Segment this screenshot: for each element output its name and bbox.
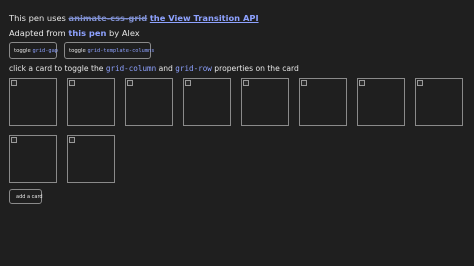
instructions-middle: and [156, 64, 176, 73]
original-pen-link[interactable]: this pen [68, 28, 106, 38]
add-card-button[interactable]: add a card [9, 189, 43, 204]
toggle-columns-prefix: toggle [69, 47, 88, 54]
grid-card[interactable] [9, 135, 57, 183]
grid-card[interactable] [241, 78, 289, 126]
toggle-grid-gap-button[interactable]: toggle grid-gap [9, 42, 58, 59]
credit-prefix: Adapted from [9, 28, 69, 38]
toggle-gap-prefix: toggle [14, 47, 33, 54]
intro-text: This pen uses animate-css-grid the View … [9, 12, 259, 24]
toggle-grid-template-columns-button[interactable]: toggle grid-template-columns [64, 42, 155, 59]
page: This pen uses animate-css-grid the View … [0, 0, 474, 266]
instructions-text: click a card to toggle the grid-column a… [9, 63, 299, 75]
grid-row-code: grid-row [175, 64, 212, 73]
grid-card[interactable] [415, 78, 463, 126]
credit-text: Adapted from this pen by Alex [9, 27, 140, 39]
broken-image-icon [185, 80, 191, 86]
toggle-gap-code: grid-gap [32, 47, 58, 54]
toggle-columns-code: grid-template-columns [87, 47, 155, 54]
broken-image-icon [69, 80, 75, 86]
broken-image-icon [359, 80, 365, 86]
broken-image-icon [11, 80, 17, 86]
grid-card[interactable] [67, 135, 115, 183]
grid-column-code: grid-column [105, 64, 157, 73]
broken-image-icon [243, 80, 249, 86]
broken-image-icon [127, 80, 133, 86]
instructions-suffix: properties on the card [211, 64, 299, 73]
credit-suffix: by Alex [106, 28, 140, 38]
grid-card[interactable] [299, 78, 347, 126]
grid-card[interactable] [357, 78, 405, 126]
grid-card[interactable] [125, 78, 173, 126]
grid-card[interactable] [183, 78, 231, 126]
view-transition-link[interactable]: the View Transition API [150, 13, 259, 23]
grid-card[interactable] [67, 78, 115, 126]
instructions-prefix: click a card to toggle the [9, 64, 106, 73]
struck-library-link[interactable]: animate-css-grid [69, 13, 148, 23]
broken-image-icon [301, 80, 307, 86]
grid-card[interactable] [9, 78, 57, 126]
broken-image-icon [417, 80, 423, 86]
intro-prefix: This pen uses [9, 13, 69, 23]
broken-image-icon [69, 137, 75, 143]
broken-image-icon [11, 137, 17, 143]
